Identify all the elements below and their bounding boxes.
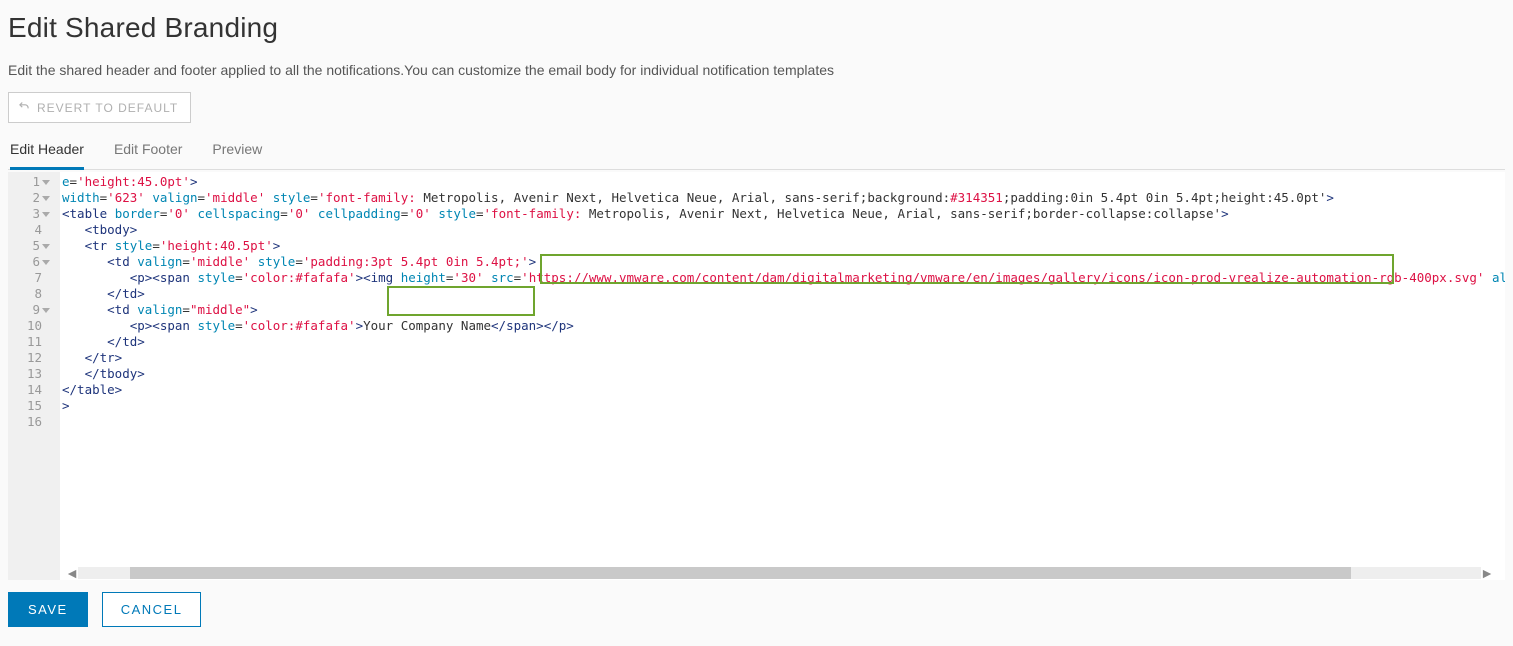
scroll-thumb[interactable] [130,567,1351,579]
footer-actions: SAVE CANCEL [8,592,1505,627]
page-title: Edit Shared Branding [8,12,1505,44]
scroll-track[interactable] [78,567,1481,579]
code-editor[interactable]: 1 2 3 4 5 6 7 8 9 10 11 12 13 14 15 16 e… [8,172,1505,580]
cancel-button[interactable]: CANCEL [102,592,202,627]
horizontal-scrollbar[interactable]: ◄ ► [66,566,1493,580]
editor-content[interactable]: e='height:45.0pt'> width='623' valign='m… [60,172,1505,580]
tab-edit-header[interactable]: Edit Header [10,135,84,170]
undo-icon [17,99,31,116]
revert-button-label: REVERT TO DEFAULT [37,101,178,115]
revert-to-default-button[interactable]: REVERT TO DEFAULT [8,92,191,123]
editor-gutter: 1 2 3 4 5 6 7 8 9 10 11 12 13 14 15 16 [8,172,60,580]
save-button[interactable]: SAVE [8,592,88,627]
scroll-right-icon[interactable]: ► [1481,567,1493,579]
tab-preview[interactable]: Preview [212,135,262,170]
page-description: Edit the shared header and footer applie… [8,62,1505,78]
tab-edit-footer[interactable]: Edit Footer [114,135,182,170]
tab-bar: Edit Header Edit Footer Preview [8,135,1505,170]
scroll-left-icon[interactable]: ◄ [66,567,78,579]
